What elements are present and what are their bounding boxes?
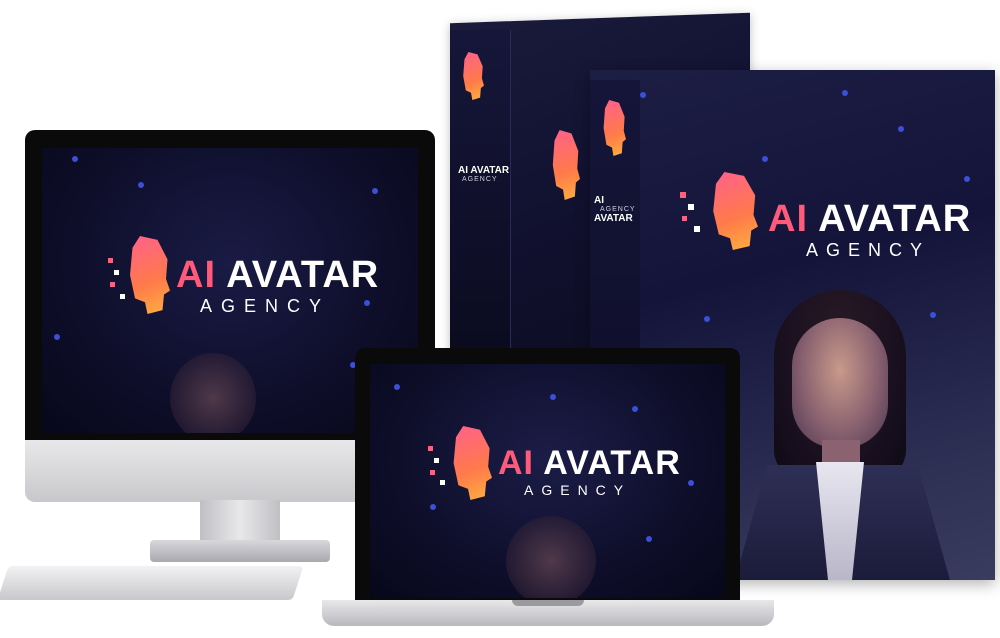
pixel-head-logo-icon xyxy=(130,236,170,314)
monitor-logo-title: AI AVATAR xyxy=(176,254,380,296)
laptop-notch xyxy=(512,600,584,606)
spine-subtitle: AGENCY xyxy=(462,176,498,183)
pixel-head-logo-icon xyxy=(603,100,626,156)
pixel-head-logo-icon xyxy=(463,52,484,100)
pixel-head-logo-icon xyxy=(552,130,580,200)
box-logo-title: AI AVATAR xyxy=(768,198,972,240)
box-logo-subtitle: AGENCY xyxy=(806,240,931,260)
laptop-logo-subtitle: AGENCY xyxy=(524,482,632,498)
product-box-back-spine: AI AVATAR AGENCY xyxy=(450,30,511,348)
avatar-woman-face xyxy=(792,318,888,448)
pixel-head-logo-icon xyxy=(453,426,492,500)
monitor-logo-subtitle: AGENCY xyxy=(200,296,331,316)
monitor-foot xyxy=(150,540,330,562)
keyboard xyxy=(0,566,304,600)
laptop-logo-title: AI AVATAR xyxy=(498,444,681,482)
laptop-screen: AI AVATAR AGENCY xyxy=(370,364,725,598)
box-back-logo xyxy=(540,130,580,220)
spine-subtitle: AGENCY xyxy=(600,206,636,213)
